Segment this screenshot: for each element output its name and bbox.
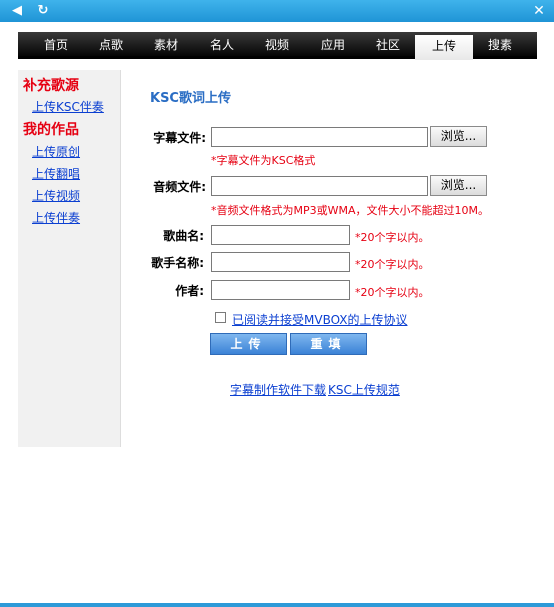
author-hint: *20个字以内。 xyxy=(355,286,430,299)
sidebar-link-original[interactable]: 上传原创 xyxy=(32,143,80,160)
audio-file-hint: *音频文件格式为MP3或WMA，文件大小不能超过10M。 xyxy=(211,204,490,217)
nav-item-material[interactable]: 素材 xyxy=(138,32,194,59)
sidebar-link-cover[interactable]: 上传翻唱 xyxy=(32,165,80,182)
sidebar-heading-works: 我的作品 xyxy=(23,122,79,138)
sidebar-link-ksc-accompaniment[interactable]: 上传KSC伴奏 xyxy=(32,98,104,115)
singer-name-label: 歌手名称: xyxy=(151,256,204,270)
agree-checkbox[interactable] xyxy=(215,312,226,323)
page-title: KSC歌词上传 xyxy=(150,91,231,106)
subtitle-file-input[interactable] xyxy=(211,127,428,147)
nav-item-apps[interactable]: 应用 xyxy=(305,32,361,59)
sidebar: 补充歌源 上传KSC伴奏 我的作品 上传原创 上传翻唱 上传视频 上传伴奏 xyxy=(18,70,121,447)
nav-item-home[interactable]: 首页 xyxy=(28,32,84,59)
upload-agreement-link[interactable]: 已阅读并接受MVBOX的上传协议 xyxy=(232,311,407,328)
singer-name-input[interactable] xyxy=(211,252,350,272)
sidebar-heading-sources: 补充歌源 xyxy=(23,78,79,94)
nav-item-community[interactable]: 社区 xyxy=(360,32,416,59)
author-label: 作者: xyxy=(175,284,204,298)
audio-file-label: 音频文件: xyxy=(153,180,206,194)
subtitle-software-download-link[interactable]: 字幕制作软件下载 xyxy=(230,381,326,398)
song-name-hint: *20个字以内。 xyxy=(355,231,430,244)
song-name-input[interactable] xyxy=(211,225,350,245)
bottom-border xyxy=(0,603,554,607)
subtitle-file-hint: *字幕文件为KSC格式 xyxy=(211,154,316,167)
subtitle-browse-button[interactable]: 浏览... xyxy=(430,126,487,147)
sidebar-link-video[interactable]: 上传视频 xyxy=(32,187,80,204)
audio-file-input[interactable] xyxy=(211,176,428,196)
nav-item-upload[interactable]: 上传 xyxy=(415,35,473,60)
subtitle-file-label: 字幕文件: xyxy=(153,131,206,145)
nav-item-video[interactable]: 视频 xyxy=(249,32,305,59)
upload-button[interactable]: 上传 xyxy=(210,333,287,355)
ksc-upload-rules-link[interactable]: KSC上传规范 xyxy=(328,381,400,398)
nav-item-songs[interactable]: 点歌 xyxy=(83,32,139,59)
refresh-icon[interactable]: ↻ xyxy=(34,2,52,20)
sidebar-link-accompaniment[interactable]: 上传伴奏 xyxy=(32,209,80,226)
title-bar: ◀ ↻ ✕ xyxy=(0,0,554,22)
reset-button[interactable]: 重填 xyxy=(290,333,367,355)
audio-browse-button[interactable]: 浏览... xyxy=(430,175,487,196)
nav-item-search[interactable]: 搜素 xyxy=(472,32,528,59)
singer-name-hint: *20个字以内。 xyxy=(355,258,430,271)
author-input[interactable] xyxy=(211,280,350,300)
nav-item-celebrity[interactable]: 名人 xyxy=(194,32,250,59)
main-nav: 首页 点歌 素材 名人 视频 应用 社区 上传 搜素 xyxy=(18,32,537,60)
close-icon[interactable]: ✕ xyxy=(530,2,548,20)
song-name-label: 歌曲名: xyxy=(163,229,204,243)
back-arrow-icon[interactable]: ◀ xyxy=(8,2,26,20)
